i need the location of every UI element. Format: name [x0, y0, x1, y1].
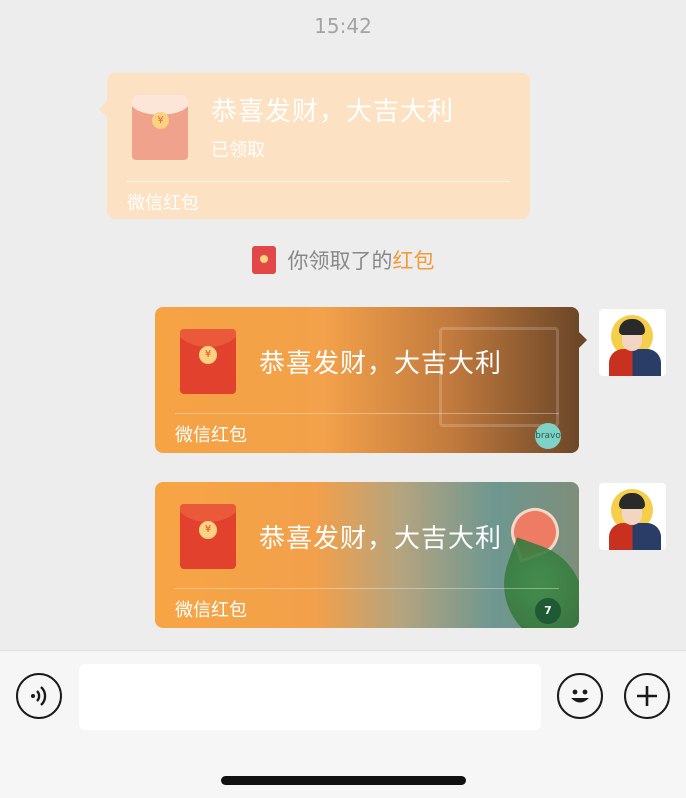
avatar[interactable] — [599, 309, 666, 376]
red-packet-title: 恭喜发财，大吉大利 — [211, 97, 455, 127]
voice-icon[interactable] — [16, 673, 62, 719]
message-timestamp: 15:42 — [314, 14, 372, 38]
red-packet-icon: ¥ — [180, 329, 236, 394]
notice-text: 你领取了的 — [287, 249, 393, 273]
avatar[interactable] — [599, 483, 666, 550]
cover-brand-badge: bravo — [535, 423, 561, 449]
bubble-tail — [579, 332, 587, 348]
red-packet-received[interactable]: ¥ 恭喜发财，大吉大利 已领取 微信红包 — [99, 73, 530, 219]
red-packet-footer: 微信红包 — [127, 193, 199, 214]
red-packet-title: 恭喜发财，大吉大利 — [259, 349, 503, 379]
divider — [175, 413, 559, 414]
red-packet-sent[interactable]: ¥ 恭喜发财，大吉大利 微信红包 bravo — [155, 307, 579, 453]
red-packet-footer: 微信红包 — [175, 600, 247, 621]
system-notice: 你领取了的红包 — [0, 244, 686, 276]
home-indicator[interactable] — [221, 776, 466, 785]
red-packet-icon: ¥ — [180, 504, 236, 569]
red-packet-open-icon: ¥ — [132, 95, 188, 160]
plus-icon[interactable] — [624, 673, 670, 719]
cover-brand-badge: 7 — [535, 598, 561, 624]
divider — [175, 588, 559, 589]
red-packet-footer: 微信红包 — [175, 425, 247, 446]
divider — [127, 181, 510, 182]
emoji-icon[interactable] — [557, 673, 603, 719]
red-packet-status: 已领取 — [211, 140, 265, 161]
red-packet-small-icon — [251, 246, 276, 274]
red-packet-title: 恭喜发财，大吉大利 — [259, 524, 503, 554]
message-input[interactable] — [79, 664, 541, 730]
notice-red-packet-link[interactable]: 红包 — [393, 249, 435, 273]
red-packet-sent[interactable]: ¥ 恭喜发财，大吉大利 微信红包 7 — [155, 482, 579, 628]
